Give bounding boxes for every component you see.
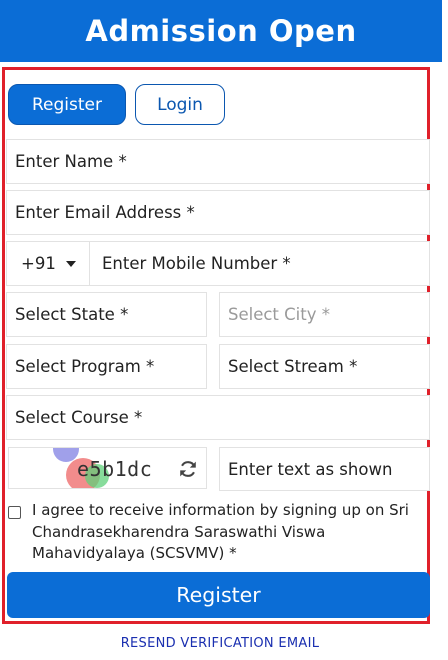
resend-verification-link[interactable]: RESEND VERIFICATION EMAIL [0, 636, 440, 651]
name-field[interactable]: Enter Name * [6, 139, 430, 184]
header-banner: Admission Open [0, 0, 442, 62]
consent-label: I agree to receive information by signin… [32, 501, 409, 562]
consent-checkbox[interactable] [8, 506, 21, 519]
page-title: Admission Open [85, 14, 357, 48]
tab-register[interactable]: Register [8, 84, 126, 125]
chevron-down-icon [65, 260, 76, 267]
email-field[interactable]: Enter Email Address * [6, 190, 430, 235]
tab-bar: Register Login [8, 84, 225, 125]
program-select[interactable]: Select Program * [6, 344, 207, 389]
country-code-select[interactable]: +91 [6, 241, 90, 286]
country-code-value: +91 [21, 254, 56, 273]
captcha-input[interactable]: Enter text as shown [219, 447, 430, 491]
captcha-box: e5b1dc [8, 447, 207, 489]
mobile-field[interactable]: Enter Mobile Number * [89, 241, 430, 286]
consent-row: I agree to receive information by signin… [8, 500, 422, 565]
tab-login[interactable]: Login [135, 84, 225, 125]
course-select[interactable]: Select Course * [6, 395, 430, 440]
refresh-icon[interactable] [177, 458, 199, 480]
state-select[interactable]: Select State * [6, 292, 207, 337]
city-select[interactable]: Select City * [219, 292, 430, 337]
register-submit-button[interactable]: Register [7, 572, 430, 618]
stream-select[interactable]: Select Stream * [219, 344, 430, 389]
captcha-image-text: e5b1dc [77, 457, 153, 481]
